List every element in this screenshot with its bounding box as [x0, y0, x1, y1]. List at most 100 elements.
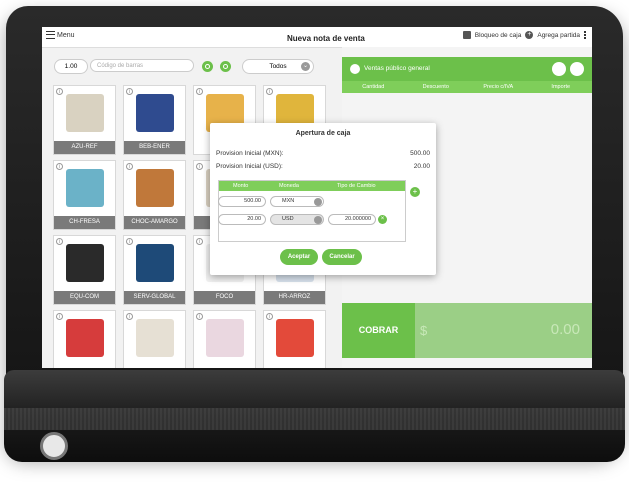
client-name: Ventas público general [364, 65, 430, 72]
info-icon[interactable]: i [56, 313, 63, 320]
product-image [66, 169, 104, 207]
col-precio: Precio c/IVA [483, 84, 514, 90]
cash-table-header: Monto Moneda Tipo de Cambio [219, 181, 405, 191]
moneda-select-mxn[interactable]: MXN [270, 196, 324, 207]
tipo-cambio-input[interactable]: 20.000000 [328, 214, 376, 225]
product-image [66, 319, 104, 357]
info-icon[interactable]: i [126, 313, 133, 320]
edit-client-icon[interactable] [552, 62, 566, 76]
provision-usd-row: Provision Inicial (USD): 20.00 [216, 163, 430, 170]
info-icon[interactable]: i [196, 238, 203, 245]
hinge-band [4, 408, 625, 430]
info-icon[interactable]: i [196, 163, 203, 170]
chevron-down-icon [314, 198, 322, 206]
more-options-icon[interactable] [584, 31, 586, 39]
chevron-down-icon [314, 216, 322, 224]
moneda-select-usd[interactable]: USD [270, 214, 324, 225]
info-icon[interactable]: i [196, 88, 203, 95]
search-button[interactable] [220, 61, 231, 72]
app-screen: Menu Nueva nota de venta Bloqueo de caja… [42, 27, 592, 368]
chevron-down-icon: ⌄ [301, 62, 310, 71]
menu-button[interactable]: Menu [46, 31, 75, 39]
product-image [136, 169, 174, 207]
add-row-icon[interactable]: + [410, 187, 420, 197]
product-image [136, 244, 174, 282]
product-card[interactable]: i [193, 310, 256, 368]
info-icon[interactable]: i [56, 238, 63, 245]
product-card[interactable]: i BEB-ENER [123, 85, 186, 155]
product-card[interactable]: i [53, 310, 116, 368]
product-image [276, 319, 314, 357]
hamburger-icon [46, 31, 55, 39]
monto-input-mxn[interactable]: 500.00 [218, 196, 266, 207]
category-filter[interactable]: Todos ⌄ [242, 59, 314, 74]
accept-button[interactable]: Aceptar [280, 249, 318, 265]
tablet-hinge [4, 370, 625, 462]
category-filter-value: Todos [269, 63, 287, 70]
page-title: Nueva nota de venta [287, 34, 365, 43]
download-icon[interactable] [350, 64, 360, 74]
currency-symbol: $ [420, 323, 428, 338]
product-card[interactable]: i [263, 310, 326, 368]
plus-circle-icon[interactable]: + [525, 31, 534, 39]
lock-cash-button[interactable]: Bloqueo de caja [475, 32, 522, 39]
moneda-value-mxn: MXN [282, 198, 295, 204]
provision-usd-label: Provision Inicial (USD): [216, 163, 283, 170]
provision-mxn-row: Provision Inicial (MXN): 500.00 [216, 150, 430, 157]
provision-usd-value: 20.00 [413, 163, 430, 170]
product-card[interactable]: i EQU-COM [53, 235, 116, 305]
total-amount: 0.00 [550, 321, 580, 338]
col-descuento: Descuento [422, 84, 449, 90]
product-label: AZU-REF [54, 141, 115, 154]
provision-mxn-value: 500.00 [410, 150, 430, 157]
lock-icon[interactable] [462, 31, 471, 39]
product-image [136, 94, 174, 132]
product-image [206, 319, 244, 357]
camera-lens [40, 432, 68, 460]
barcode-input[interactable]: Código de barras [90, 59, 194, 72]
product-card[interactable]: i CHOC-AMARGO [123, 160, 186, 230]
cash-table: Monto Moneda Tipo de Cambio [218, 180, 406, 242]
product-card[interactable]: i SERV-GLOBAL [123, 235, 186, 305]
client-header[interactable]: Ventas público general [342, 57, 592, 81]
monto-input-usd[interactable]: 20.00 [218, 214, 266, 225]
info-icon[interactable]: i [126, 238, 133, 245]
search-client-icon[interactable] [570, 62, 584, 76]
scan-button[interactable] [202, 61, 213, 72]
info-icon[interactable]: i [56, 88, 63, 95]
checkout-bar: COBRAR $ 0.00 [342, 303, 592, 358]
product-label: BEB-ENER [124, 141, 185, 154]
info-icon[interactable]: i [266, 313, 273, 320]
info-icon[interactable]: i [266, 88, 273, 95]
col-moneda: Moneda [279, 183, 299, 189]
info-icon[interactable]: i [126, 88, 133, 95]
cancel-button[interactable]: Cancelar [322, 249, 362, 265]
top-actions: Bloqueo de caja + Agrega partida [462, 31, 586, 39]
product-image [136, 319, 174, 357]
col-importe: Importe [551, 84, 571, 90]
dialog-title: Apertura de caja [295, 130, 351, 137]
product-card[interactable]: i [123, 310, 186, 368]
product-label: FOCO [194, 291, 255, 304]
quantity-input[interactable]: 1.00 [54, 59, 88, 74]
product-label: SERV-GLOBAL [124, 291, 185, 304]
add-item-button[interactable]: Agrega partida [537, 32, 580, 39]
product-label: HR-ARROZ [264, 291, 325, 304]
cobrar-button[interactable]: COBRAR [342, 303, 415, 358]
provision-mxn-label: Provision Inicial (MXN): [216, 150, 284, 157]
col-tipo-cambio: Tipo de Cambio [337, 183, 376, 189]
menu-label: Menu [57, 31, 75, 39]
info-icon[interactable]: i [56, 163, 63, 170]
product-card[interactable]: i CH-FRESA [53, 160, 116, 230]
product-card[interactable]: i AZU-REF [53, 85, 116, 155]
product-image [66, 244, 104, 282]
moneda-value-usd: USD [282, 216, 294, 222]
product-image [66, 94, 104, 132]
info-icon[interactable]: i [126, 163, 133, 170]
col-monto: Monto [233, 183, 249, 189]
remove-row-icon[interactable]: × [378, 215, 387, 224]
cash-opening-dialog: Apertura de caja Provision Inicial (MXN)… [210, 123, 436, 275]
product-label: CH-FRESA [54, 216, 115, 229]
info-icon[interactable]: i [196, 313, 203, 320]
top-bar: Menu Nueva nota de venta Bloqueo de caja… [42, 27, 592, 48]
